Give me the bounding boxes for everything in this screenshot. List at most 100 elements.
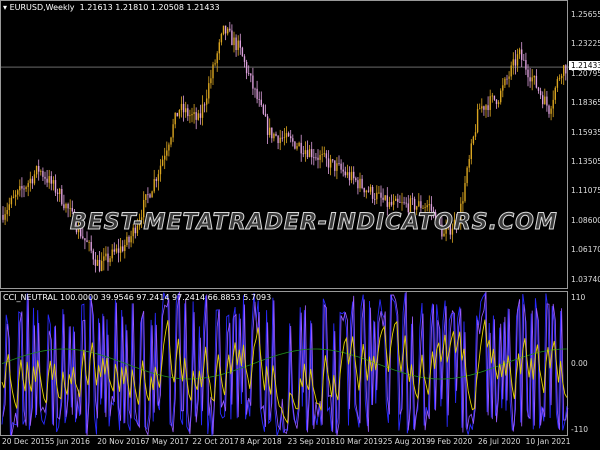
candle-body	[277, 135, 279, 144]
candle-body	[252, 75, 254, 89]
candle-body	[12, 196, 15, 198]
candle-body	[92, 250, 94, 260]
candle-body	[554, 87, 556, 100]
candle-body	[46, 178, 48, 183]
candle-body	[98, 259, 101, 271]
candle-body	[548, 105, 550, 114]
candle-body	[363, 188, 365, 193]
candle-body	[65, 203, 67, 209]
time-tick: 7 May 2017	[144, 437, 189, 446]
time-tick: 26 Jul 2020	[478, 437, 521, 446]
candle-body	[262, 105, 265, 114]
candle-body	[4, 214, 6, 220]
candle-body	[130, 236, 132, 243]
time-tick: 10 Mar 2019	[335, 437, 383, 446]
candle-body	[418, 201, 420, 207]
candle-body	[323, 153, 325, 155]
candle-body	[338, 163, 340, 165]
candle-body	[413, 198, 416, 210]
candle-body	[84, 238, 86, 241]
candle-body	[187, 108, 189, 117]
candle-body	[21, 186, 23, 189]
candle-body	[388, 202, 391, 207]
cci-level-top: 110	[571, 293, 586, 302]
candle-body	[260, 99, 262, 106]
candle-body	[29, 178, 31, 184]
candle-body	[266, 116, 269, 135]
candle-body	[292, 138, 294, 142]
candle-body	[384, 195, 386, 200]
candle-body	[180, 103, 183, 111]
candle-body	[281, 137, 283, 139]
candle-body	[319, 155, 321, 160]
candle-body	[426, 205, 428, 208]
candle-body	[245, 61, 248, 74]
candle-body	[119, 246, 122, 253]
candle-body	[493, 95, 496, 100]
candle-body	[69, 207, 71, 209]
candle-body	[350, 171, 353, 181]
candle-body	[195, 112, 197, 120]
candle-body	[248, 73, 250, 74]
candle-body	[344, 171, 346, 176]
candle-body	[462, 201, 464, 204]
time-tick: 10 Jan 2021	[525, 437, 571, 446]
candle-body	[552, 99, 554, 109]
candle-body	[50, 176, 52, 184]
candle-body	[170, 137, 172, 145]
candle-body	[279, 137, 281, 144]
candle-body	[386, 195, 388, 207]
candle-body	[313, 157, 315, 159]
candle-body	[210, 78, 212, 84]
candle-body	[420, 201, 422, 209]
candle-body	[531, 77, 533, 82]
candle-body	[403, 202, 405, 204]
candle-body	[155, 179, 157, 181]
time-tick: 20 Dec 2015	[2, 437, 50, 446]
cci-level-zero: 0.00	[571, 359, 588, 368]
candle-body	[59, 189, 61, 194]
candle-body	[48, 176, 50, 183]
candle-body	[353, 171, 355, 179]
candle-body	[302, 153, 304, 155]
candle-body	[300, 142, 302, 154]
candle-body	[466, 167, 468, 184]
candle-body	[168, 144, 170, 151]
candle-body	[485, 105, 487, 110]
candle-body	[283, 137, 286, 139]
candle-body	[82, 236, 84, 239]
candle-body	[203, 104, 206, 106]
candle-body	[479, 108, 481, 110]
candle-body	[424, 207, 426, 208]
price-chart[interactable]	[0, 0, 569, 289]
candle-body	[239, 40, 241, 48]
candle-body	[298, 142, 300, 147]
candle-body	[311, 149, 313, 158]
candle-body	[401, 202, 403, 204]
candle-body	[359, 178, 361, 189]
candle-body	[539, 90, 542, 96]
candle-body	[392, 200, 395, 205]
candle-body	[216, 53, 218, 64]
candle-body	[54, 180, 57, 193]
candle-body	[218, 42, 220, 54]
candle-body	[220, 33, 223, 43]
candle-body	[518, 49, 521, 55]
candle-body	[533, 75, 535, 78]
candle-body	[327, 158, 330, 168]
candle-body	[535, 75, 538, 88]
candle-body	[33, 174, 36, 184]
cci-indicator-panel[interactable]	[0, 291, 569, 437]
candle-body	[243, 56, 246, 62]
price-tick: 1.20795	[571, 68, 600, 78]
candle-body	[510, 65, 512, 77]
candle-body	[514, 59, 517, 66]
candle-body	[145, 194, 147, 201]
time-tick: 9 Feb 2020	[430, 437, 473, 446]
candle-body	[285, 133, 288, 138]
candle-body	[115, 248, 118, 252]
candle-body	[481, 106, 483, 109]
candle-body	[94, 259, 97, 266]
candlestick-plot	[1, 21, 569, 273]
candle-body	[315, 157, 317, 159]
